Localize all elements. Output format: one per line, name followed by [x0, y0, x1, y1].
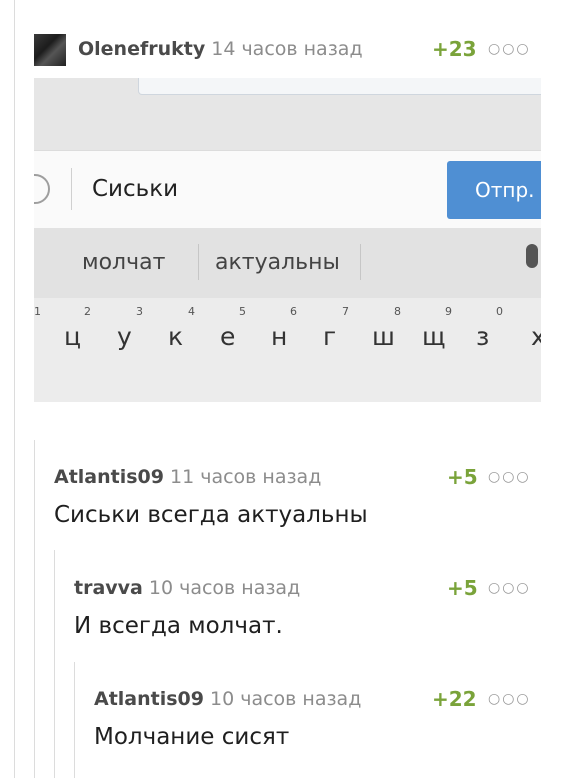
timestamp[interactable]: 11 часов назад [170, 466, 321, 488]
post-header: Olenefrukty 14 часов назад [78, 38, 363, 60]
username[interactable]: Olenefrukty [78, 38, 205, 60]
key-number: 1 [34, 305, 41, 318]
thread-line [54, 550, 55, 778]
more-options-icon[interactable]: ○○○ [488, 691, 531, 707]
more-options-icon[interactable]: ○○○ [488, 580, 531, 596]
key-number: 3 [136, 305, 143, 318]
key-number: 7 [342, 305, 349, 318]
avatar[interactable] [34, 34, 66, 66]
key-number: 5 [239, 305, 246, 318]
image-typed-text: Сиськи [92, 176, 179, 202]
image-suggestion: молчат [82, 250, 166, 275]
more-options-icon[interactable]: ○○○ [488, 469, 531, 485]
key-number: 0 [496, 305, 503, 318]
image-separator [360, 244, 361, 280]
key-number: 8 [394, 305, 401, 318]
comment-header: Atlantis09 10 часов назад [94, 688, 361, 710]
key-number: 6 [290, 305, 297, 318]
comment-header: travva 10 часов назад [74, 577, 300, 599]
rating: +22 [432, 687, 477, 711]
thread-line [34, 440, 35, 778]
timestamp[interactable]: 10 часов назад [210, 688, 361, 710]
timestamp[interactable]: 10 часов назад [149, 577, 300, 599]
thread-line [74, 662, 75, 778]
key: ш [372, 322, 395, 351]
key: у [117, 322, 132, 351]
thread-line [14, 0, 15, 778]
key: щ [422, 322, 446, 351]
key: к [168, 322, 184, 351]
key-number: 9 [445, 305, 452, 318]
image-separator [198, 244, 199, 280]
post-image[interactable]: Сиськи Отпр. молчат актуальны 1 2 3 4 5 … [34, 78, 541, 402]
username[interactable]: Atlantis09 [54, 466, 164, 488]
username[interactable]: Atlantis09 [94, 688, 204, 710]
comment-text: Сиськи всегда актуальны [54, 502, 368, 528]
image-separator [71, 168, 72, 210]
rating: +5 [447, 576, 478, 600]
comment-text: И всегда молчат. [74, 613, 283, 639]
comment-text: Молчание сисят [94, 724, 290, 750]
key: х [531, 322, 541, 351]
key: з [476, 322, 490, 351]
image-message-box [138, 78, 541, 95]
key: г [323, 322, 337, 351]
image-keyboard [34, 298, 541, 402]
key: н [271, 322, 288, 351]
key-number: 2 [84, 305, 91, 318]
key-number: 4 [188, 305, 195, 318]
more-options-icon[interactable]: ○○○ [488, 41, 531, 57]
key: е [220, 322, 236, 351]
key: ц [64, 322, 82, 351]
microphone-icon [526, 244, 538, 268]
image-suggestion: актуальны [215, 250, 340, 275]
rating: +23 [432, 37, 477, 61]
username[interactable]: travva [74, 577, 143, 599]
image-send-label: Отпр. [475, 178, 535, 202]
timestamp[interactable]: 14 часов назад [211, 38, 362, 60]
rating: +5 [447, 465, 478, 489]
comment-header: Atlantis09 11 часов назад [54, 466, 321, 488]
